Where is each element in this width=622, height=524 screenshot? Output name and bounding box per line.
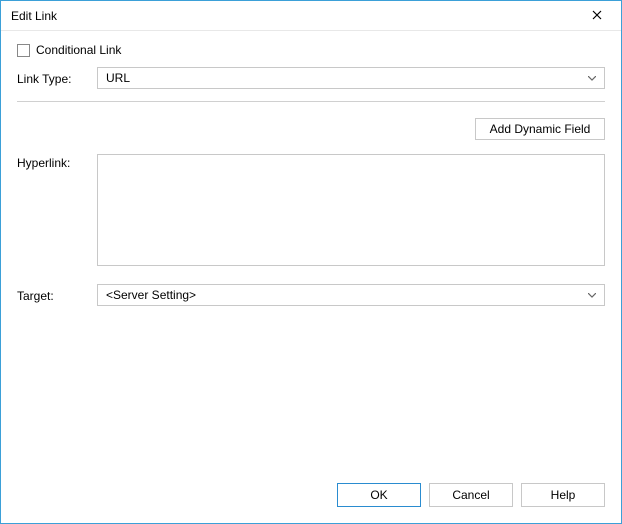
help-label: Help — [551, 488, 576, 502]
chevron-down-icon — [584, 287, 600, 303]
chevron-down-icon — [584, 70, 600, 86]
close-button[interactable] — [581, 4, 613, 28]
add-dynamic-field-label: Add Dynamic Field — [490, 122, 591, 136]
link-type-value: URL — [106, 71, 130, 85]
target-label: Target: — [17, 287, 97, 303]
link-type-row: Link Type: URL — [17, 67, 605, 89]
section-divider — [17, 101, 605, 102]
title-bar: Edit Link — [1, 1, 621, 31]
hyperlink-row: Hyperlink: — [17, 154, 605, 266]
hyperlink-input[interactable] — [97, 154, 605, 266]
dialog-content: Conditional Link Link Type: URL Add Dyna… — [1, 31, 621, 479]
ok-button[interactable]: OK — [337, 483, 421, 507]
help-button[interactable]: Help — [521, 483, 605, 507]
link-type-label: Link Type: — [17, 70, 97, 86]
conditional-link-row: Conditional Link — [17, 43, 605, 57]
title-text: Edit Link — [11, 9, 57, 23]
target-row: Target: <Server Setting> — [17, 284, 605, 306]
conditional-link-label: Conditional Link — [36, 43, 121, 57]
hyperlink-label: Hyperlink: — [17, 154, 97, 170]
ok-label: OK — [370, 488, 387, 502]
target-value: <Server Setting> — [106, 288, 196, 302]
close-icon — [592, 9, 602, 23]
add-dynamic-field-button[interactable]: Add Dynamic Field — [475, 118, 605, 140]
link-type-select[interactable]: URL — [97, 67, 605, 89]
cancel-label: Cancel — [452, 488, 489, 502]
button-bar: OK Cancel Help — [1, 479, 621, 523]
add-dynamic-field-row: Add Dynamic Field — [17, 118, 605, 140]
target-select[interactable]: <Server Setting> — [97, 284, 605, 306]
cancel-button[interactable]: Cancel — [429, 483, 513, 507]
conditional-link-checkbox[interactable] — [17, 44, 30, 57]
